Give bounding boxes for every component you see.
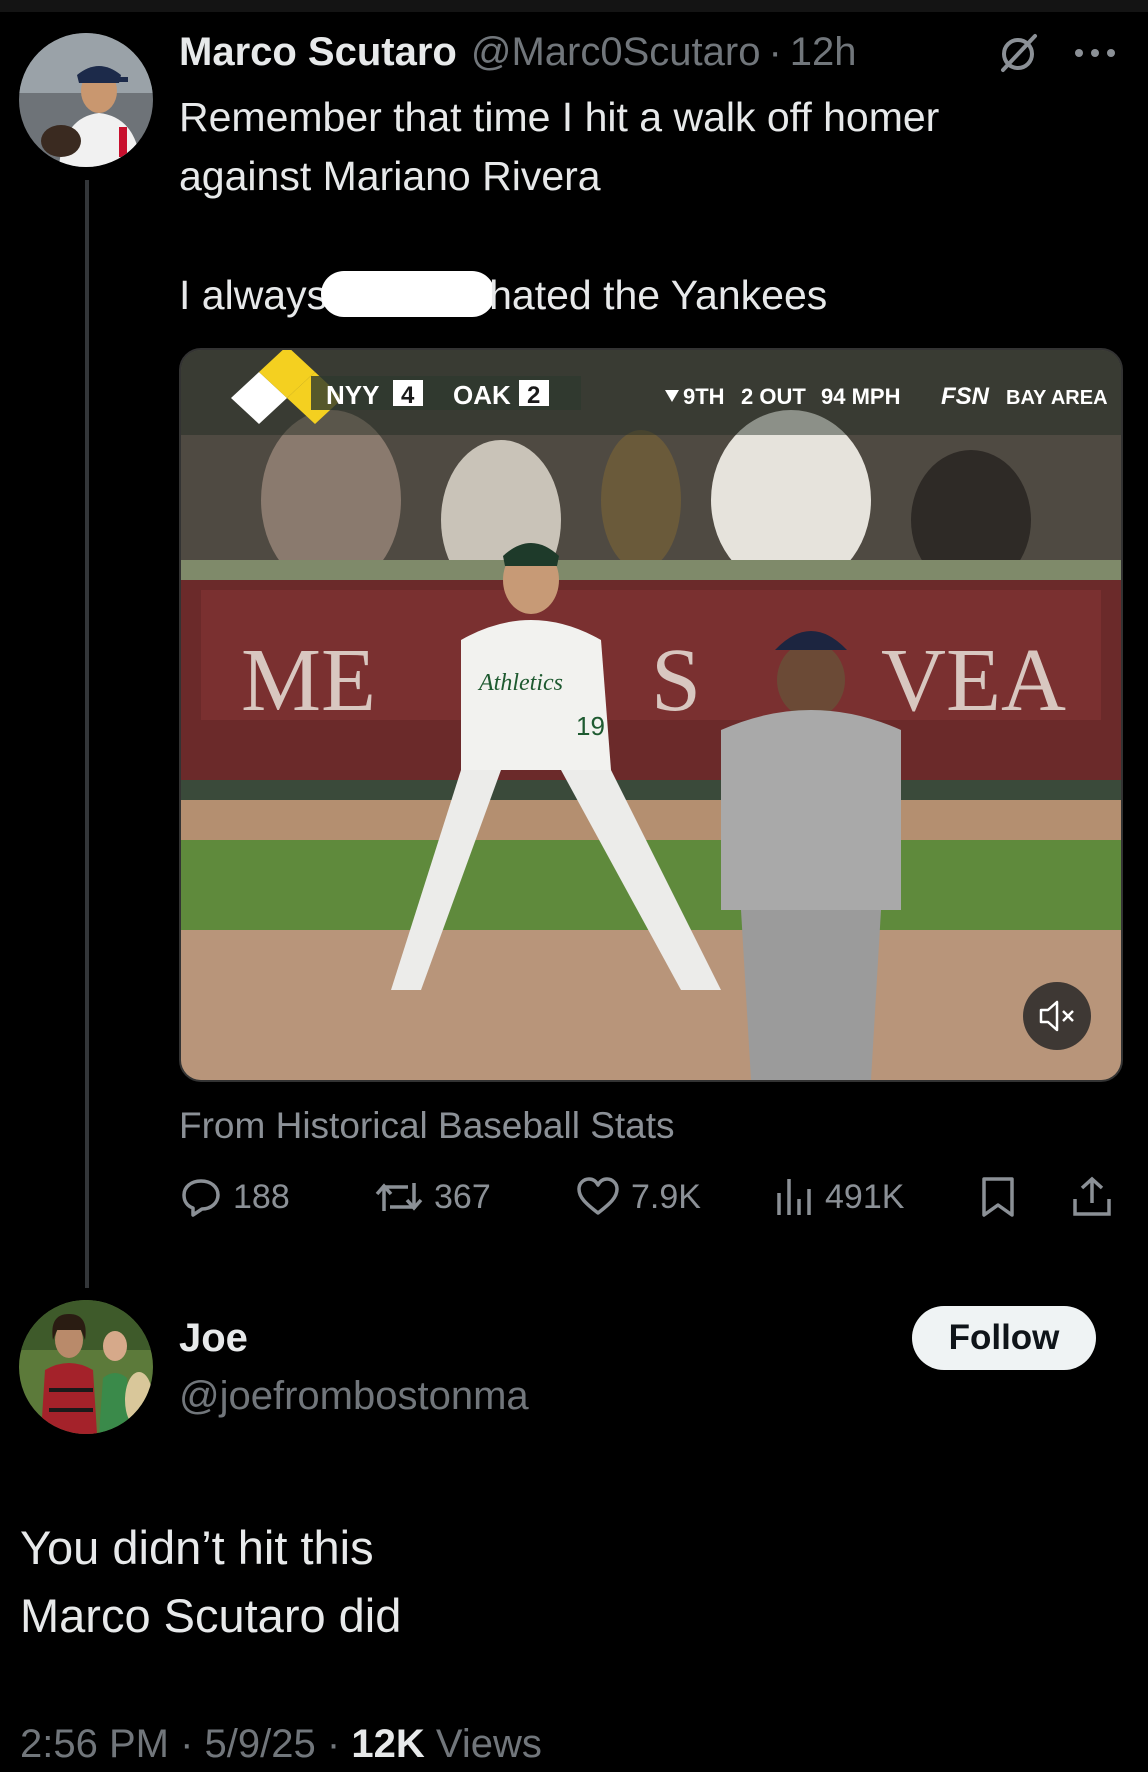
- tweet-header: Marco Scutaro @Marc0Scutaro · 12h: [179, 30, 857, 75]
- like-count: 7.9K: [631, 1177, 701, 1216]
- scoreboard-team1: NYY: [326, 380, 379, 410]
- meta-separator: ·: [180, 1722, 194, 1766]
- tweet-text-line3: I always hated the Yankees: [179, 266, 827, 325]
- repost-count: 367: [434, 1177, 491, 1216]
- network-logo: FSN: [941, 383, 990, 410]
- reply-author-name[interactable]: Joe: [179, 1316, 248, 1361]
- reply-author-handle[interactable]: @joefrombostonma: [179, 1374, 529, 1419]
- reply-count: 188: [233, 1177, 290, 1216]
- author-name[interactable]: Marco Scutaro: [179, 30, 457, 75]
- share-icon[interactable]: [1070, 1175, 1124, 1219]
- reply-text-line1: You didn’t hit this: [20, 1521, 374, 1574]
- wall-text-right: VEA: [881, 631, 1066, 730]
- tweet-text-line3-start: I always: [179, 272, 328, 318]
- scoreboard-team2: OAK: [453, 380, 511, 410]
- mute-icon[interactable]: [1023, 982, 1091, 1050]
- redaction-mark: [321, 271, 496, 317]
- author-avatar[interactable]: [19, 33, 153, 167]
- network-region: BAY AREA: [1006, 387, 1108, 409]
- tweet-text-line2: against Mariano Rivera: [179, 153, 601, 199]
- scoreboard-score1: 4: [401, 382, 415, 409]
- grok-slash-icon[interactable]: [995, 30, 1041, 76]
- tweet-text-line1: Remember that time I hit a walk off home…: [179, 94, 940, 140]
- wall-text-mid: S: [651, 631, 701, 730]
- inning: 9TH: [683, 384, 725, 409]
- tweet-text-line3-end: hated the Yankees: [489, 272, 828, 318]
- meta-separator-2: ·: [326, 1722, 341, 1766]
- more-icon[interactable]: [1072, 46, 1118, 60]
- like-button[interactable]: 7.9K: [575, 1175, 701, 1219]
- repost-button[interactable]: 367: [374, 1175, 491, 1219]
- wall-text-left: ME: [241, 631, 376, 730]
- scoreboard-score2: 2: [527, 382, 540, 409]
- reply-text: You didn’t hit this Marco Scutaro did: [20, 1514, 401, 1650]
- separator: ·: [768, 30, 782, 74]
- reply-meta: 2:56 PM · 5/9/25 · 12K Views: [20, 1722, 542, 1767]
- reply-button[interactable]: 188: [179, 1175, 290, 1219]
- views-icon: [777, 1179, 811, 1215]
- status-bar: [0, 0, 1148, 12]
- video-source[interactable]: From Historical Baseball Stats: [179, 1105, 675, 1147]
- like-icon: [577, 1177, 619, 1215]
- bookmark-icon[interactable]: [979, 1175, 1027, 1219]
- thread-line: [85, 180, 89, 1288]
- repost-icon: [375, 1183, 423, 1211]
- views-button[interactable]: 491K: [775, 1175, 904, 1219]
- reply-author-avatar[interactable]: [19, 1300, 153, 1434]
- author-handle[interactable]: @Marc0Scutaro: [471, 30, 761, 75]
- pitch-speed: 94 MPH: [821, 384, 900, 409]
- follow-button[interactable]: Follow: [912, 1306, 1096, 1370]
- jersey-number: 19: [576, 711, 605, 741]
- video-player[interactable]: ME S VEA Athletics 19 NYY 4 OAK 2 9TH 2: [179, 348, 1123, 1082]
- tweet-actions: 188 367 7.9K 491K: [179, 1175, 1119, 1227]
- meta-date[interactable]: 5/9/25: [205, 1722, 316, 1766]
- jersey-script: Athletics: [477, 670, 563, 696]
- meta-views-count: 12K: [351, 1722, 425, 1766]
- tweet-time[interactable]: 12h: [790, 30, 857, 75]
- reply-text-line2: Marco Scutaro did: [20, 1589, 402, 1642]
- outs: 2 OUT: [741, 384, 806, 409]
- meta-time[interactable]: 2:56 PM: [20, 1722, 169, 1766]
- reply-icon: [182, 1179, 220, 1217]
- meta-views-label[interactable]: Views: [436, 1722, 542, 1766]
- views-count: 491K: [825, 1177, 905, 1216]
